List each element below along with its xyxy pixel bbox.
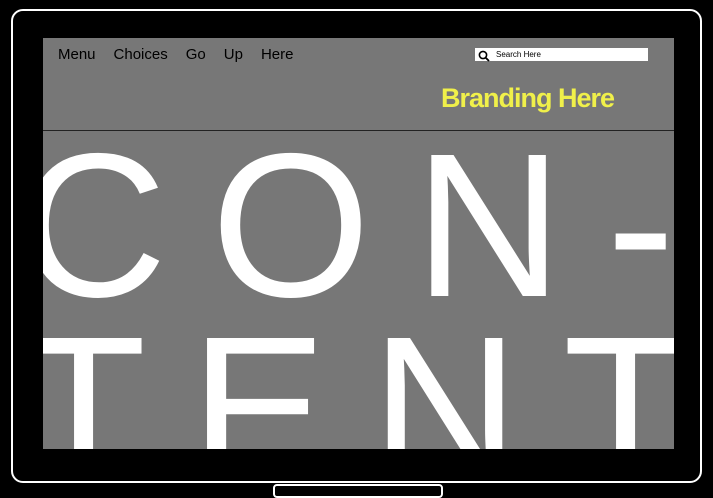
device-stand	[273, 484, 443, 498]
nav-item-up[interactable]: Up	[224, 46, 243, 63]
nav-item-here[interactable]: Here	[261, 46, 294, 63]
search-input[interactable]	[496, 49, 636, 60]
nav-item-menu[interactable]: Menu	[58, 46, 96, 63]
main-nav: Menu Choices Go Up Here	[58, 46, 311, 63]
nav-item-go[interactable]: Go	[186, 46, 206, 63]
brand-logo[interactable]: Branding Here	[441, 83, 615, 114]
nav-item-choices[interactable]: Choices	[114, 46, 168, 63]
search-bar[interactable]	[475, 48, 648, 62]
web-page: Menu Choices Go Up Here Branding Here CO…	[43, 38, 674, 449]
hero-text-line-2: TENT	[43, 294, 674, 449]
hero-section: CON- TENT	[43, 131, 674, 449]
search-icon[interactable]	[478, 49, 490, 62]
